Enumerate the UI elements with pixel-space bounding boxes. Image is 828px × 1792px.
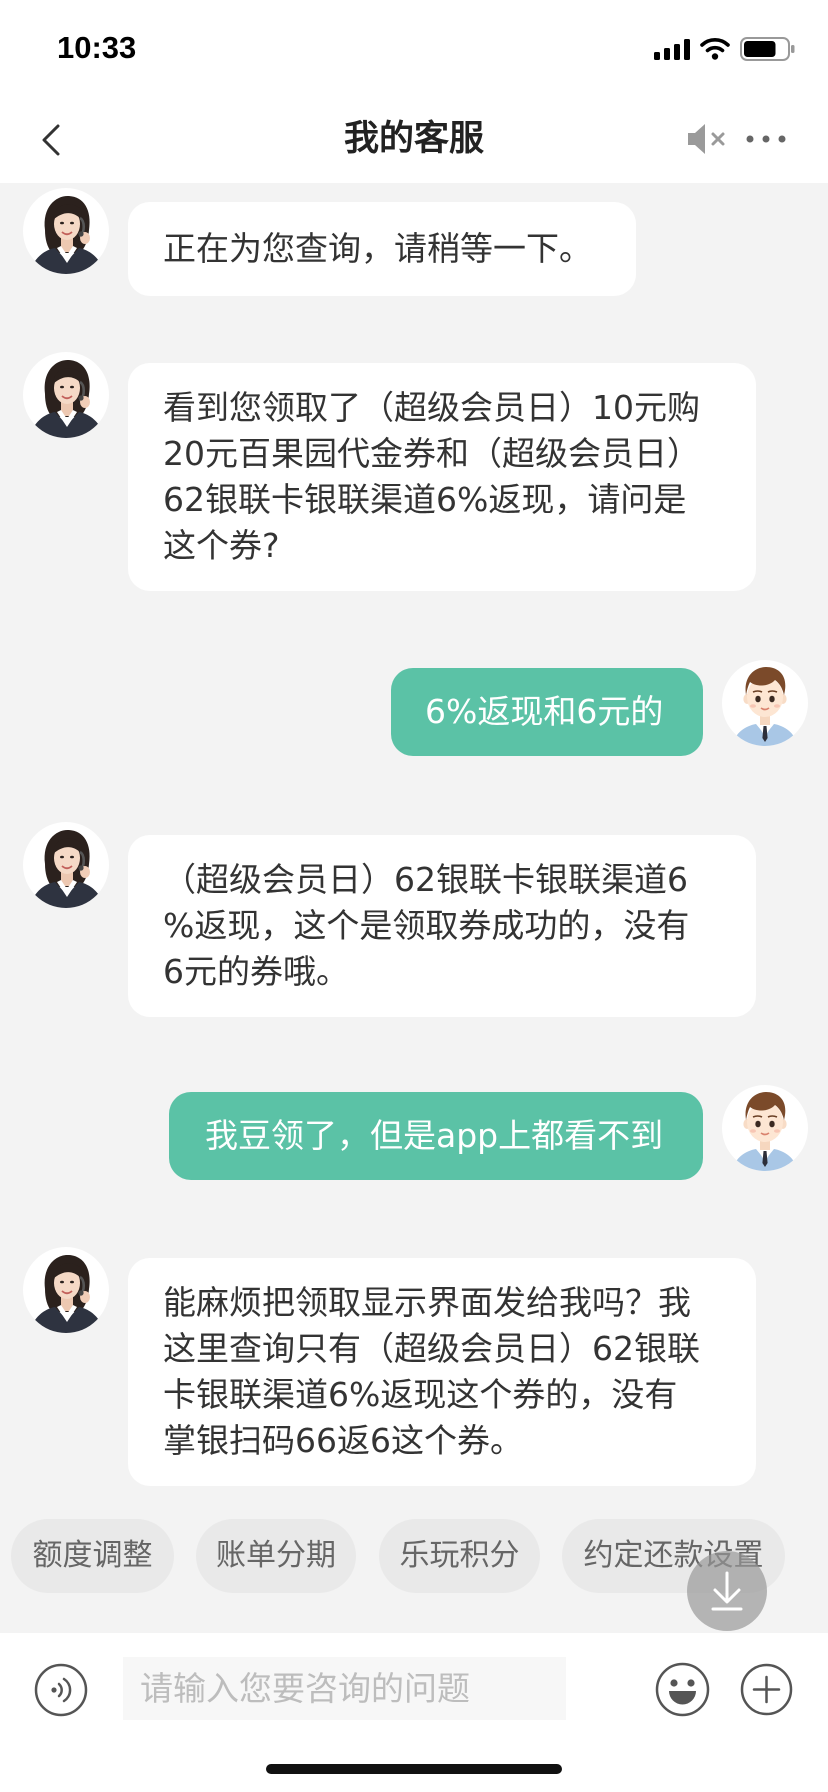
more-dots-icon — [746, 135, 786, 143]
message-text-line: 6%返现和6元的 — [425, 692, 664, 731]
nav-bar: 我的客服 — [0, 96, 828, 183]
message-text-line: （超级会员日）62银联卡银联渠道6 — [163, 860, 688, 899]
agent-avatar — [23, 1247, 109, 1333]
quick-reply-chip[interactable]: 额度调整 — [11, 1519, 174, 1593]
status-time: 10:33 — [57, 30, 137, 65]
more-actions-button[interactable] — [740, 1663, 793, 1716]
chat-list[interactable]: 正在为您查询，请稍等一下。 看到您领取了（超级会员日）10元购 20元百果园代金… — [0, 183, 828, 1513]
message-text-line: 掌银扫码66返6这个券。 — [163, 1421, 523, 1460]
message-text-line: 能麻烦把领取显示界面发给我吗？我 — [163, 1283, 691, 1322]
agent-message-bubble: （超级会员日）62银联卡银联渠道6 %返现，这个是领取券成功的，没有 6元的券哦… — [128, 835, 756, 1017]
message-text-line: 我豆领了，但是app上都看不到 — [205, 1116, 664, 1155]
message-text-line: 6元的券哦。 — [163, 952, 349, 991]
emoji-icon — [655, 1662, 710, 1717]
agent-message-bubble: 正在为您查询，请稍等一下。 — [128, 202, 636, 296]
signal-icon — [654, 39, 690, 60]
message-text-line: %返现，这个是领取券成功的，没有 — [163, 906, 690, 945]
user-message-bubble: 我豆领了，但是app上都看不到 — [169, 1092, 703, 1180]
agent-avatar — [23, 822, 109, 908]
message-input[interactable] — [123, 1657, 566, 1720]
scroll-to-bottom-button[interactable] — [687, 1551, 767, 1631]
agent-avatar — [23, 352, 109, 438]
agent-avatar — [23, 188, 109, 274]
user-avatar — [722, 1085, 808, 1171]
agent-message-bubble: 看到您领取了（超级会员日）10元购 20元百果园代金券和（超级会员日） 62银联… — [128, 363, 756, 591]
user-avatar — [722, 660, 808, 746]
voice-icon — [34, 1663, 88, 1717]
message-text-line: 这里查询只有（超级会员日）62银联 — [163, 1329, 700, 1368]
user-message-bubble: 6%返现和6元的 — [391, 668, 703, 756]
home-indicator[interactable] — [266, 1764, 562, 1774]
message-text-line: 看到您领取了（超级会员日）10元购 — [163, 388, 700, 427]
composer-bar — [0, 1633, 828, 1792]
speaker-muted-icon — [688, 124, 725, 154]
message-text-line: 62银联卡银联渠道6%返现，请问是 — [163, 480, 687, 519]
message-text-line: 卡银联渠道6%返现这个券的，没有 — [163, 1375, 678, 1414]
message-text-line: 20元百果园代金券和（超级会员日） — [163, 434, 700, 473]
voice-input-button[interactable] — [34, 1663, 88, 1717]
plus-icon — [740, 1663, 793, 1716]
top-bar: 10:33 我的客服 — [0, 0, 828, 183]
quick-reply-chip[interactable]: 乐玩积分 — [379, 1519, 540, 1593]
wifi-icon — [700, 38, 730, 60]
message-text-line: 正在为您查询，请稍等一下。 — [163, 229, 592, 268]
more-button[interactable] — [744, 133, 788, 145]
agent-message-bubble: 能麻烦把领取显示界面发给我吗？我 这里查询只有（超级会员日）62银联 卡银联渠道… — [128, 1258, 756, 1486]
emoji-button[interactable] — [655, 1662, 710, 1717]
message-text-line: 这个券? — [163, 526, 280, 565]
mute-toggle-button[interactable] — [686, 121, 728, 157]
arrow-down-icon — [711, 1571, 743, 1611]
quick-reply-chip[interactable]: 账单分期 — [196, 1519, 356, 1593]
status-bar: 10:33 — [0, 0, 828, 96]
battery-icon — [740, 37, 795, 61]
